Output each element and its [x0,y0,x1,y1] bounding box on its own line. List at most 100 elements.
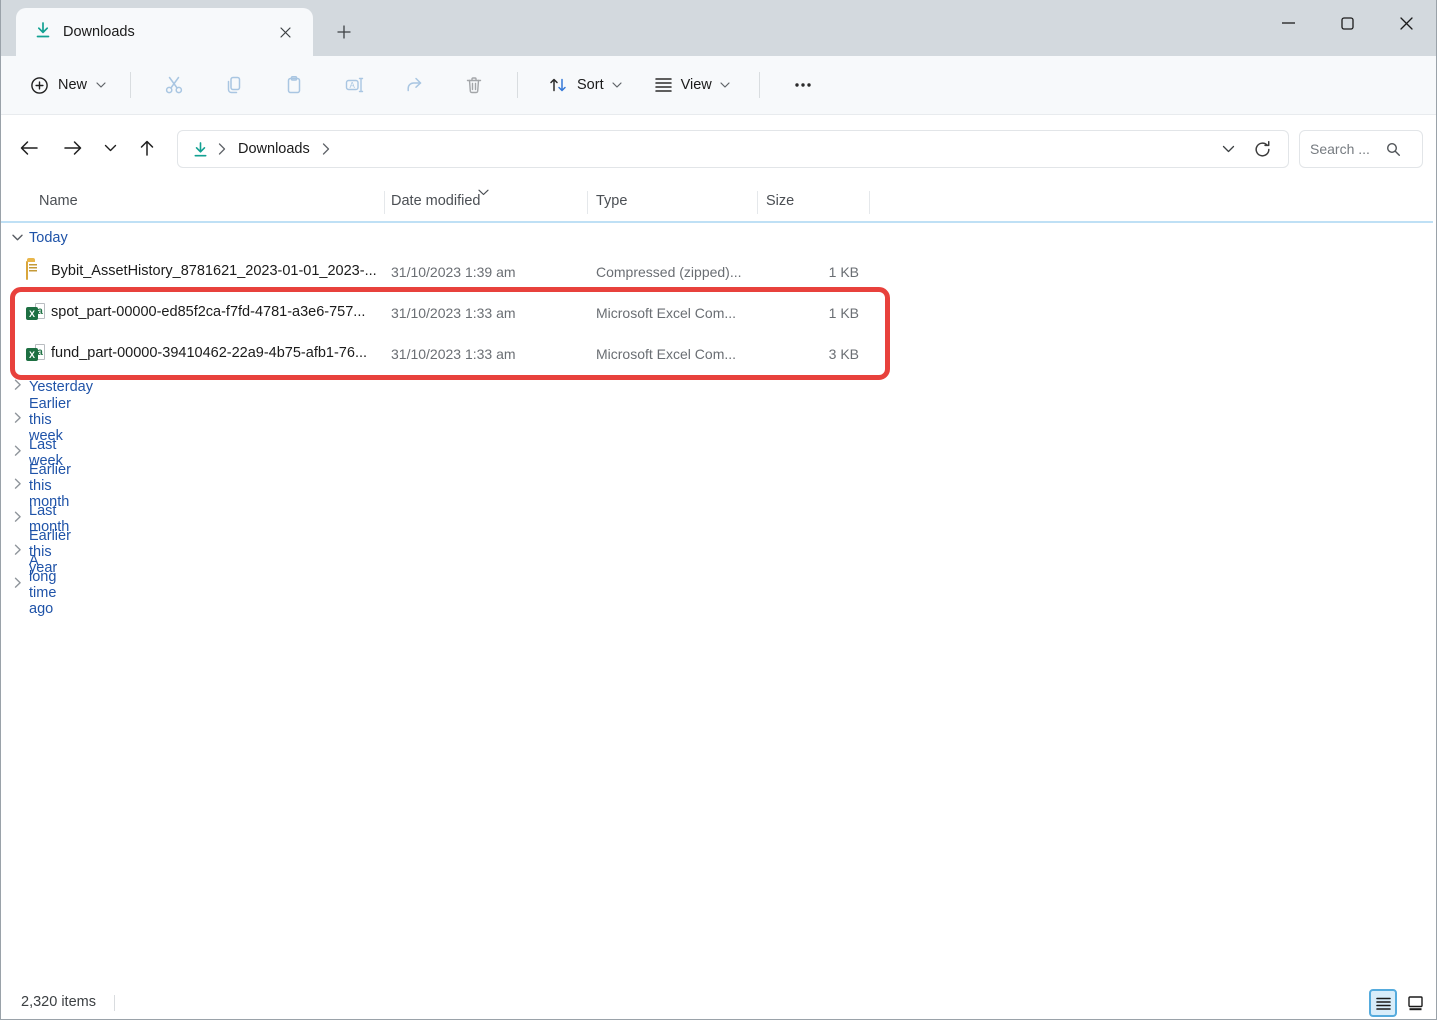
address-bar[interactable]: Downloads [177,130,1289,168]
paste-button[interactable] [274,67,314,103]
search-box[interactable] [1299,130,1423,168]
chevron-down-icon [720,82,730,88]
column-header-name[interactable]: Name [39,193,78,209]
file-name: Bybit_AssetHistory_8781621_2023-01-01_20… [51,263,377,279]
column-separator[interactable] [869,191,870,214]
refresh-icon[interactable] [1253,140,1272,159]
sort-icon [547,75,569,95]
close-window-button[interactable] [1377,0,1436,46]
copy-button[interactable] [214,67,254,103]
chevron-right-icon[interactable] [14,411,22,429]
close-icon [280,27,291,38]
group-label: Today [29,230,68,246]
address-bar-actions [1222,140,1278,159]
rename-icon: A [344,75,364,95]
breadcrumb-chevron-icon[interactable] [218,143,226,155]
up-icon [139,139,155,157]
chevron-right-icon[interactable] [14,576,22,594]
command-toolbar: New A Sort View [1,56,1436,115]
breadcrumb-chevron-icon[interactable] [322,143,330,155]
toolbar-separator [759,72,760,98]
file-date-modified: 31/10/2023 1:33 am [391,346,516,362]
share-icon [404,75,424,95]
toolbar-separator [130,72,131,98]
new-button[interactable]: New [19,68,117,103]
minimize-button[interactable] [1259,0,1318,46]
chevron-down-icon [612,82,622,88]
file-row[interactable]: aX fund_part-00000-39410462-22a9-4b75-af… [1,334,1436,375]
file-size: 1 KB [757,264,859,280]
breadcrumb: Downloads [188,141,334,158]
file-row[interactable]: aX spot_part-00000-ed85f2ca-f7fd-4781-a3… [1,293,1436,334]
items-count: 2,320 items [21,994,96,1010]
file-size: 3 KB [757,346,859,362]
tab-downloads[interactable]: Downloads [16,8,313,56]
excel-csv-icon: aX [26,303,46,323]
new-plus-icon [30,76,49,95]
chevron-down-icon[interactable] [12,229,23,247]
rename-button[interactable]: A [334,67,374,103]
column-header-row: Name Date modified Type Size [1,183,1436,221]
zip-folder-icon [26,262,46,282]
view-toggles [1369,989,1429,1017]
file-date-modified: 31/10/2023 1:33 am [391,305,516,321]
address-dropdown-chevron-icon[interactable] [1222,145,1235,153]
back-button[interactable] [11,130,47,166]
status-bar-separator [114,995,115,1011]
copy-icon [224,75,244,95]
file-size: 1 KB [757,305,859,321]
more-options-button[interactable] [783,67,823,103]
excel-csv-icon: aX [26,344,46,364]
file-date-modified: 31/10/2023 1:39 am [391,264,516,280]
file-type: Microsoft Excel Com... [596,305,736,321]
delete-button[interactable] [454,67,494,103]
view-icon [654,77,673,93]
toolbar-separator [517,72,518,98]
chevron-right-icon[interactable] [14,543,22,561]
download-icon [192,141,209,158]
tab-title: Downloads [63,24,135,40]
navigation-bar: Downloads [1,116,1436,182]
sort-button-label: Sort [577,77,604,93]
cut-icon [164,75,184,95]
column-separator[interactable] [384,191,385,214]
chevron-right-icon[interactable] [14,510,22,528]
paste-icon [284,75,304,95]
group-label: Yesterday [29,379,93,395]
sort-button[interactable]: Sort [537,67,632,103]
new-tab-button[interactable] [327,18,361,46]
view-button-label: View [681,77,712,93]
up-button[interactable] [129,130,165,166]
large-icons-view-toggle[interactable] [1401,989,1429,1017]
column-header-date-modified[interactable]: Date modified [391,193,480,209]
column-header-type[interactable]: Type [596,193,627,209]
more-options-icon [792,75,814,95]
file-type: Microsoft Excel Com... [596,346,736,362]
title-bar: Downloads [1,0,1436,56]
maximize-button[interactable] [1318,0,1377,46]
recent-locations-button[interactable] [95,130,125,166]
tab-close-button[interactable] [271,18,299,46]
view-button[interactable]: View [644,69,740,101]
file-row[interactable]: Bybit_AssetHistory_8781621_2023-01-01_20… [1,252,1436,293]
forward-button[interactable] [55,130,91,166]
file-type: Compressed (zipped)... [596,264,742,280]
share-button[interactable] [394,67,434,103]
svg-text:A: A [350,81,356,90]
column-header-size[interactable]: Size [766,193,794,209]
new-button-label: New [58,77,87,93]
chevron-right-icon[interactable] [14,477,22,495]
maximize-icon [1341,17,1354,30]
status-bar: 2,320 items [1,987,1436,1019]
cut-button[interactable] [154,67,194,103]
breadcrumb-segment-downloads[interactable]: Downloads [235,141,313,157]
chevron-right-icon[interactable] [14,378,22,396]
column-separator[interactable] [587,191,588,214]
chevron-right-icon[interactable] [14,444,22,462]
details-view-icon [1376,997,1391,1010]
details-view-toggle[interactable] [1369,989,1397,1017]
column-separator[interactable] [757,191,758,214]
search-input[interactable] [1310,141,1386,157]
header-underline [1,221,1433,223]
search-icon [1386,142,1401,157]
